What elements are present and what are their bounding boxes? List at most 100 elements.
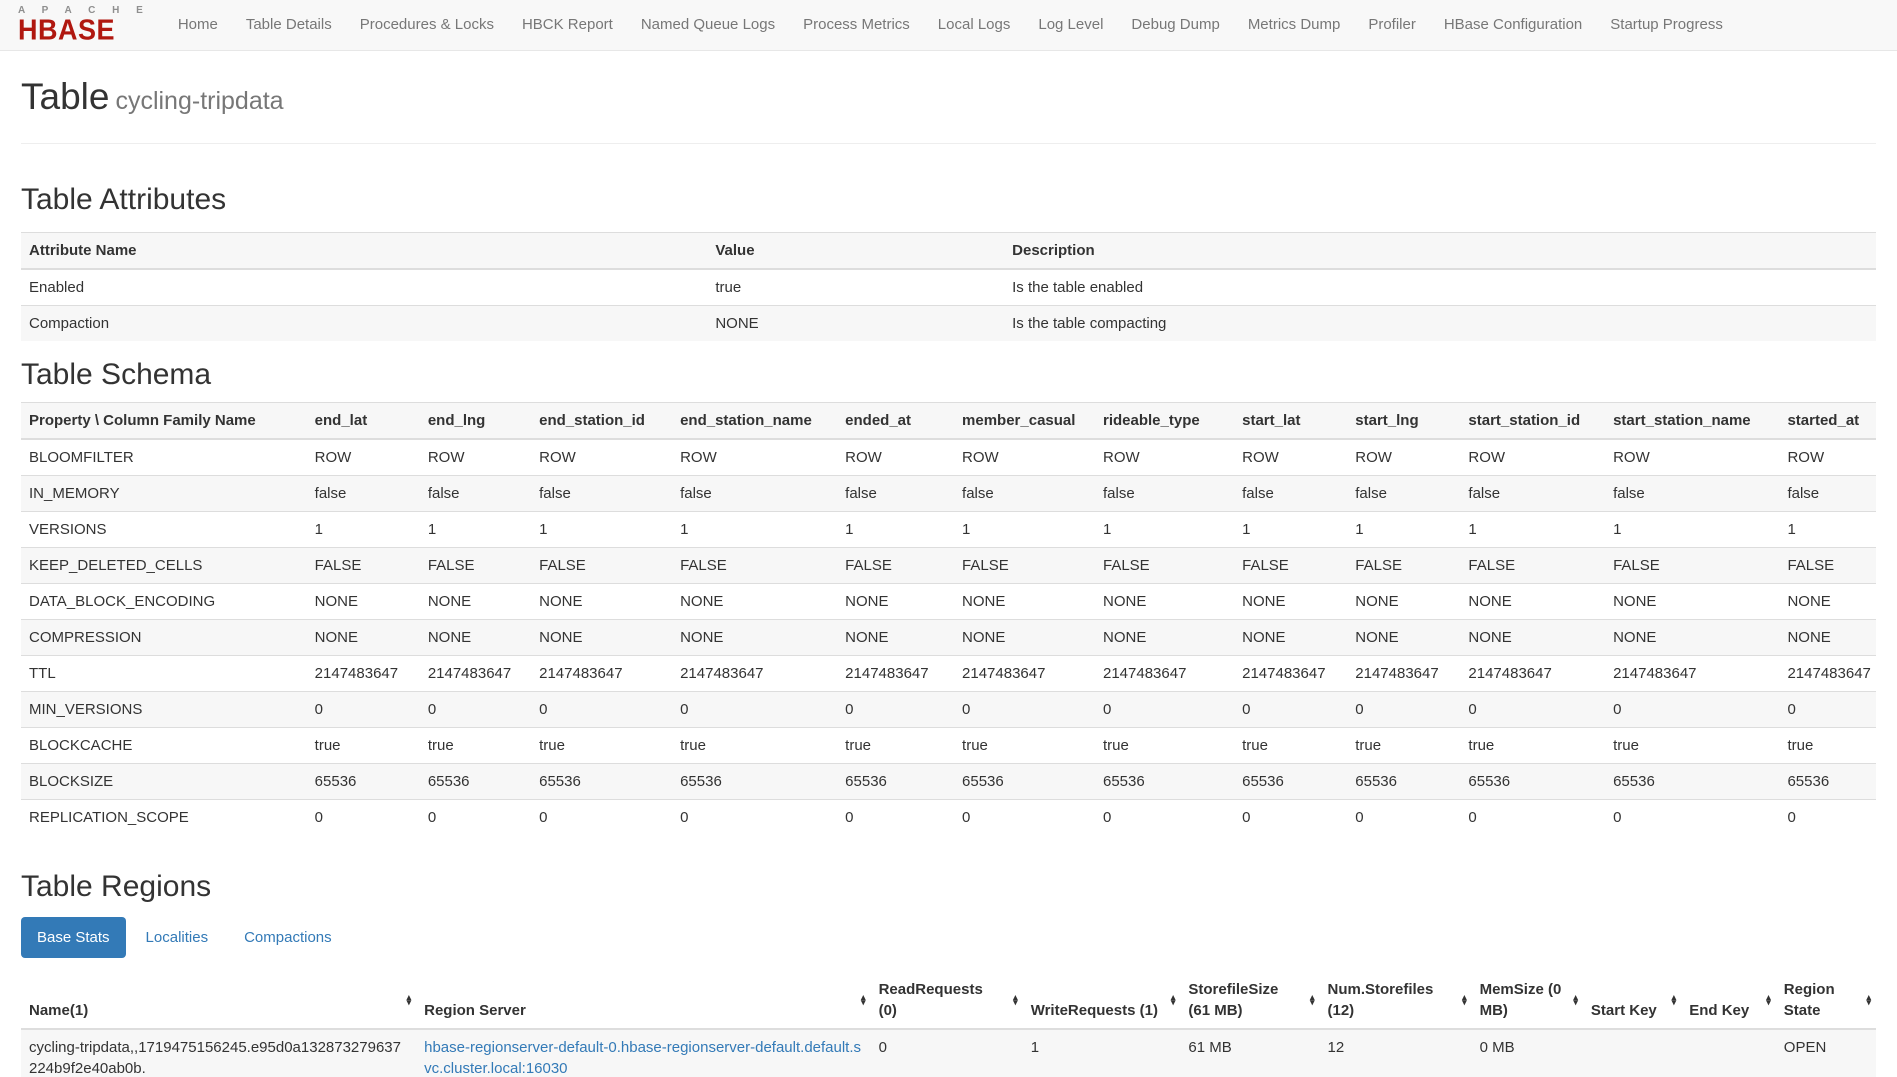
tab-base-stats[interactable]: Base Stats	[21, 917, 126, 958]
schema-col-ended-at: ended_at	[837, 403, 954, 440]
schema-value-cell: 0	[837, 800, 954, 836]
schema-value-cell: ROW	[1347, 439, 1460, 476]
sort-icon[interactable]: ▴▾	[1171, 995, 1176, 1005]
schema-value-cell: 65536	[1605, 764, 1779, 800]
schema-heading: Table Schema	[21, 357, 1876, 393]
nav-item-process-metrics[interactable]: Process Metrics	[789, 0, 924, 51]
schema-value-cell: 1	[954, 512, 1095, 548]
regions-col-name-1[interactable]: Name(1)▴▾	[21, 972, 416, 1029]
sort-icon[interactable]: ▴▾	[1310, 995, 1315, 1005]
regions-col-region-state[interactable]: Region State▴▾	[1776, 972, 1876, 1029]
nav-item-home[interactable]: Home	[164, 0, 232, 51]
tab-compactions[interactable]: Compactions	[228, 917, 348, 958]
schema-value-cell: true	[307, 728, 420, 764]
schema-value-cell: ROW	[1095, 439, 1234, 476]
regions-col-readrequests-0[interactable]: ReadRequests (0)▴▾	[871, 972, 1023, 1029]
attribute-row: CompactionNONEIs the table compacting	[21, 306, 1876, 342]
nav-item-profiler[interactable]: Profiler	[1354, 0, 1430, 51]
schema-value-cell: 2147483647	[1095, 656, 1234, 692]
schema-row: TTL2147483647214748364721474836472147483…	[21, 656, 1876, 692]
schema-value-cell: 65536	[531, 764, 672, 800]
tab-localities[interactable]: Localities	[130, 917, 225, 958]
nav-item-named-queue-logs[interactable]: Named Queue Logs	[627, 0, 789, 51]
schema-value-cell: 1	[1605, 512, 1779, 548]
schema-value-cell: 65536	[1095, 764, 1234, 800]
nav-item-procedures-locks[interactable]: Procedures & Locks	[346, 0, 508, 51]
schema-value-cell: 0	[420, 692, 531, 728]
attribute-name-cell: Enabled	[21, 269, 707, 306]
schema-value-cell: NONE	[1605, 584, 1779, 620]
schema-col-end-lat: end_lat	[307, 403, 420, 440]
nav-menu: HomeTable DetailsProcedures & LocksHBCK …	[164, 0, 1737, 51]
schema-value-cell: FALSE	[672, 548, 837, 584]
schema-col-start-station-id: start_station_id	[1460, 403, 1605, 440]
regions-col-label: Num.Storefiles (12)	[1327, 981, 1433, 1019]
schema-value-cell: false	[837, 476, 954, 512]
nav-item-hbck-report[interactable]: HBCK Report	[508, 0, 627, 51]
schema-value-cell: 1	[837, 512, 954, 548]
sort-icon[interactable]: ▴▾	[1013, 995, 1018, 1005]
schema-property-cell: IN_MEMORY	[21, 476, 307, 512]
regions-col-start-key[interactable]: Start Key▴▾	[1583, 972, 1681, 1029]
schema-value-cell: 2147483647	[1347, 656, 1460, 692]
sort-icon[interactable]: ▴▾	[1573, 995, 1578, 1005]
sort-icon[interactable]: ▴▾	[1766, 995, 1771, 1005]
nav-item-local-logs[interactable]: Local Logs	[924, 0, 1025, 51]
nav-item-log-level[interactable]: Log Level	[1024, 0, 1117, 51]
schema-value-cell: NONE	[420, 584, 531, 620]
regions-col-label: End Key	[1689, 1002, 1749, 1019]
attributes-col-value: Value	[707, 233, 1004, 270]
schema-value-cell: 2147483647	[1779, 656, 1876, 692]
regions-col-num-storefiles-12[interactable]: Num.Storefiles (12) ▴▾	[1319, 972, 1471, 1029]
schema-property-cell: REPLICATION_SCOPE	[21, 800, 307, 836]
schema-row: KEEP_DELETED_CELLSFALSEFALSEFALSEFALSEFA…	[21, 548, 1876, 584]
sort-icon[interactable]: ▴▾	[1462, 995, 1467, 1005]
schema-row: BLOCKSIZE6553665536655366553665536655366…	[21, 764, 1876, 800]
schema-value-cell: ROW	[1779, 439, 1876, 476]
region-read-requests-cell: 0	[871, 1029, 1023, 1077]
attributes-heading: Table Attributes	[21, 182, 1876, 218]
schema-value-cell: true	[1460, 728, 1605, 764]
sort-icon[interactable]: ▴▾	[407, 995, 412, 1005]
schema-value-cell: 0	[1347, 692, 1460, 728]
regions-col-label: Region Server	[424, 1002, 526, 1019]
nav-item-hbase-configuration[interactable]: HBase Configuration	[1430, 0, 1596, 51]
nav-item-table-details[interactable]: Table Details	[232, 0, 346, 51]
schema-value-cell: 1	[1347, 512, 1460, 548]
schema-row: COMPRESSIONNONENONENONENONENONENONENONEN…	[21, 620, 1876, 656]
schema-value-cell: ROW	[1234, 439, 1347, 476]
schema-value-cell: 1	[1095, 512, 1234, 548]
attribute-value-cell: NONE	[707, 306, 1004, 342]
schema-value-cell: FALSE	[1234, 548, 1347, 584]
hbase-logo[interactable]: A P A C H E HBASE	[18, 6, 150, 44]
schema-value-cell: true	[420, 728, 531, 764]
regions-col-end-key[interactable]: End Key ▴▾	[1681, 972, 1776, 1029]
schema-value-cell: 65536	[954, 764, 1095, 800]
region-server-link[interactable]: hbase-regionserver-default-0.hbase-regio…	[424, 1039, 861, 1077]
page-title: Tablecycling-tripdata	[21, 77, 1876, 121]
schema-value-cell: NONE	[1779, 584, 1876, 620]
nav-item-startup-progress[interactable]: Startup Progress	[1596, 0, 1737, 51]
schema-row: BLOCKCACHEtruetruetruetruetruetruetruetr…	[21, 728, 1876, 764]
region-storefile-size-cell: 61 MB	[1180, 1029, 1319, 1077]
regions-col-region-server[interactable]: Region Server ▴▾	[416, 972, 870, 1029]
sort-icon[interactable]: ▴▾	[1672, 995, 1677, 1005]
schema-value-cell: NONE	[837, 584, 954, 620]
schema-value-cell: NONE	[1460, 584, 1605, 620]
schema-value-cell: NONE	[1234, 584, 1347, 620]
sort-icon[interactable]: ▴▾	[861, 995, 866, 1005]
attribute-value-cell: true	[707, 269, 1004, 306]
regions-col-memsize-0-mb[interactable]: MemSize (0 MB)▴▾	[1472, 972, 1583, 1029]
schema-value-cell: ROW	[531, 439, 672, 476]
sort-icon[interactable]: ▴▾	[1866, 995, 1871, 1005]
region-start-key-cell	[1583, 1029, 1681, 1077]
nav-item-debug-dump[interactable]: Debug Dump	[1117, 0, 1233, 51]
regions-col-storefilesize-61-mb[interactable]: StorefileSize (61 MB)▴▾	[1180, 972, 1319, 1029]
attribute-row: EnabledtrueIs the table enabled	[21, 269, 1876, 306]
schema-value-cell: FALSE	[531, 548, 672, 584]
schema-value-cell: false	[1460, 476, 1605, 512]
schema-value-cell: 0	[1779, 692, 1876, 728]
schema-value-cell: NONE	[1605, 620, 1779, 656]
regions-col-writerequests-1[interactable]: WriteRequests (1)▴▾	[1023, 972, 1181, 1029]
nav-item-metrics-dump[interactable]: Metrics Dump	[1234, 0, 1355, 51]
